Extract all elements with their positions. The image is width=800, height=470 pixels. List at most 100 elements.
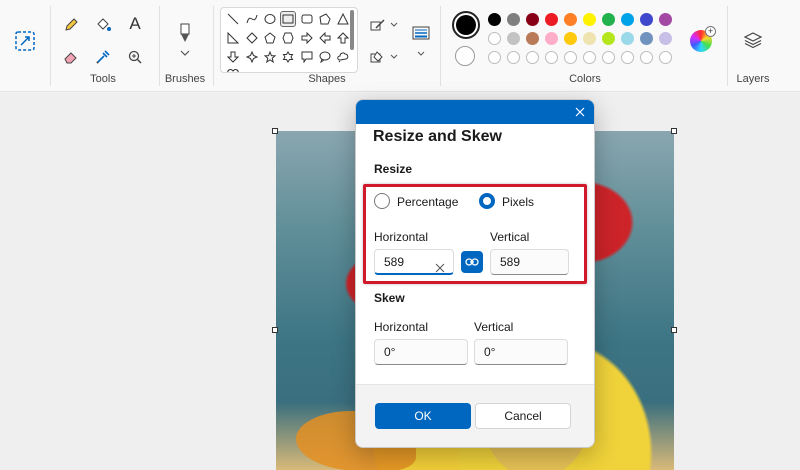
- custom-color-slot[interactable]: [564, 51, 577, 64]
- fill-bucket-icon[interactable]: [93, 15, 113, 35]
- color-swatch[interactable]: [583, 32, 596, 45]
- resize-handle-right[interactable]: [671, 327, 677, 333]
- color-swatch[interactable]: [621, 13, 634, 26]
- callout-oval-shape-icon[interactable]: [318, 50, 332, 64]
- fill-dropdown-icon[interactable]: [389, 51, 399, 61]
- primary-color-swatch[interactable]: [452, 11, 480, 39]
- resize-handle-left[interactable]: [272, 327, 278, 333]
- shapes-scrollbar[interactable]: [350, 10, 354, 50]
- color-swatch[interactable]: [507, 32, 520, 45]
- outline-dropdown-icon[interactable]: [389, 19, 399, 29]
- up-arrow-shape-icon[interactable]: [336, 31, 350, 45]
- pixels-radio[interactable]: [479, 193, 495, 209]
- custom-color-slot[interactable]: [545, 51, 558, 64]
- tools-group-label: Tools: [90, 73, 116, 85]
- color-swatch[interactable]: [564, 13, 577, 26]
- clear-icon[interactable]: [435, 257, 445, 273]
- skew-section-label: Skew: [374, 291, 405, 305]
- curve-shape-icon[interactable]: [245, 12, 259, 26]
- right-triangle-shape-icon[interactable]: [226, 31, 240, 45]
- shapes-gallery: [220, 7, 358, 73]
- callout-rectangle-shape-icon[interactable]: [300, 50, 314, 64]
- six-point-star-shape-icon[interactable]: [281, 50, 295, 64]
- layers-group-label: Layers: [736, 73, 770, 85]
- resize-handle-top-left[interactable]: [272, 128, 278, 134]
- percentage-radio[interactable]: [374, 193, 390, 209]
- color-picker-wheel-icon[interactable]: +: [690, 26, 716, 52]
- pentagon-shape-icon[interactable]: [263, 31, 277, 45]
- triangle-shape-icon[interactable]: [336, 12, 350, 26]
- magnifier-icon[interactable]: [125, 47, 145, 67]
- color-swatch[interactable]: [488, 32, 501, 45]
- resize-horizontal-value: 589: [384, 255, 405, 269]
- custom-color-slot[interactable]: [583, 51, 596, 64]
- custom-color-slot[interactable]: [488, 51, 501, 64]
- outline-icon[interactable]: [368, 16, 388, 34]
- maintain-aspect-ratio-link-icon[interactable]: [461, 251, 483, 273]
- color-swatch[interactable]: [640, 13, 653, 26]
- brush-dropdown-icon[interactable]: [177, 48, 193, 58]
- fill-icon[interactable]: [368, 48, 388, 66]
- eraser-icon[interactable]: [61, 47, 81, 67]
- color-swatch[interactable]: [564, 32, 577, 45]
- color-swatch[interactable]: [526, 13, 539, 26]
- line-size-icon[interactable]: [410, 24, 432, 42]
- color-swatch[interactable]: [640, 32, 653, 45]
- brush-icon[interactable]: [175, 22, 195, 46]
- custom-color-slot[interactable]: [640, 51, 653, 64]
- rectangle-shape-icon[interactable]: [280, 11, 296, 27]
- skew-vertical-input[interactable]: 0°: [474, 339, 568, 365]
- five-point-star-shape-icon[interactable]: [263, 50, 277, 64]
- polygon-shape-icon[interactable]: [318, 12, 332, 26]
- skew-vertical-value: 0°: [484, 345, 496, 359]
- four-point-star-shape-icon[interactable]: [245, 50, 259, 64]
- skew-horizontal-input[interactable]: 0°: [374, 339, 468, 365]
- line-size-dropdown-icon[interactable]: [416, 48, 426, 58]
- down-arrow-shape-icon[interactable]: [226, 50, 240, 64]
- resize-vertical-label: Vertical: [490, 230, 530, 244]
- pixels-radio-label[interactable]: Pixels: [502, 195, 534, 209]
- resize-vertical-input[interactable]: 589: [490, 249, 569, 275]
- color-swatch[interactable]: [488, 13, 501, 26]
- pencil-icon[interactable]: [61, 15, 81, 35]
- percentage-radio-label[interactable]: Percentage: [397, 195, 458, 209]
- color-swatch[interactable]: [507, 13, 520, 26]
- oval-shape-icon[interactable]: [263, 12, 277, 26]
- color-swatch[interactable]: [659, 32, 672, 45]
- color-swatch[interactable]: [526, 32, 539, 45]
- color-picker-icon[interactable]: [93, 47, 113, 67]
- hexagon-shape-icon[interactable]: [281, 31, 295, 45]
- custom-color-slot[interactable]: [507, 51, 520, 64]
- dialog-title-bar[interactable]: [356, 100, 594, 124]
- ok-button[interactable]: OK: [375, 403, 471, 429]
- color-swatch[interactable]: [545, 13, 558, 26]
- custom-color-slot[interactable]: [621, 51, 634, 64]
- color-swatch[interactable]: [602, 32, 615, 45]
- resize-skew-dialog: Resize and Skew Resize Percentage Pixels…: [355, 99, 595, 448]
- color-swatch[interactable]: [545, 32, 558, 45]
- custom-color-slot[interactable]: [602, 51, 615, 64]
- dialog-title: Resize and Skew: [373, 128, 502, 145]
- text-icon[interactable]: A: [125, 14, 145, 34]
- resize-horizontal-input[interactable]: 589: [374, 249, 454, 275]
- select-resize-icon[interactable]: [12, 28, 38, 54]
- callout-cloud-shape-icon[interactable]: [336, 50, 350, 64]
- color-swatch[interactable]: [583, 13, 596, 26]
- color-swatch[interactable]: [621, 32, 634, 45]
- diamond-shape-icon[interactable]: [245, 31, 259, 45]
- custom-color-slot[interactable]: [526, 51, 539, 64]
- rounded-rectangle-shape-icon[interactable]: [300, 12, 314, 26]
- layers-icon[interactable]: [742, 30, 764, 50]
- heart-shape-icon[interactable]: [226, 67, 240, 72]
- custom-color-slot[interactable]: [659, 51, 672, 64]
- cancel-button[interactable]: Cancel: [475, 403, 571, 429]
- ribbon: A Tools Brushes Shapes + Colors Layers: [0, 0, 800, 92]
- right-arrow-shape-icon[interactable]: [300, 31, 314, 45]
- close-icon[interactable]: [572, 104, 588, 120]
- color-swatch[interactable]: [602, 13, 615, 26]
- resize-handle-top-right[interactable]: [671, 128, 677, 134]
- line-shape-icon[interactable]: [226, 12, 240, 26]
- color-swatch[interactable]: [659, 13, 672, 26]
- left-arrow-shape-icon[interactable]: [318, 31, 332, 45]
- secondary-color-swatch[interactable]: [455, 46, 475, 66]
